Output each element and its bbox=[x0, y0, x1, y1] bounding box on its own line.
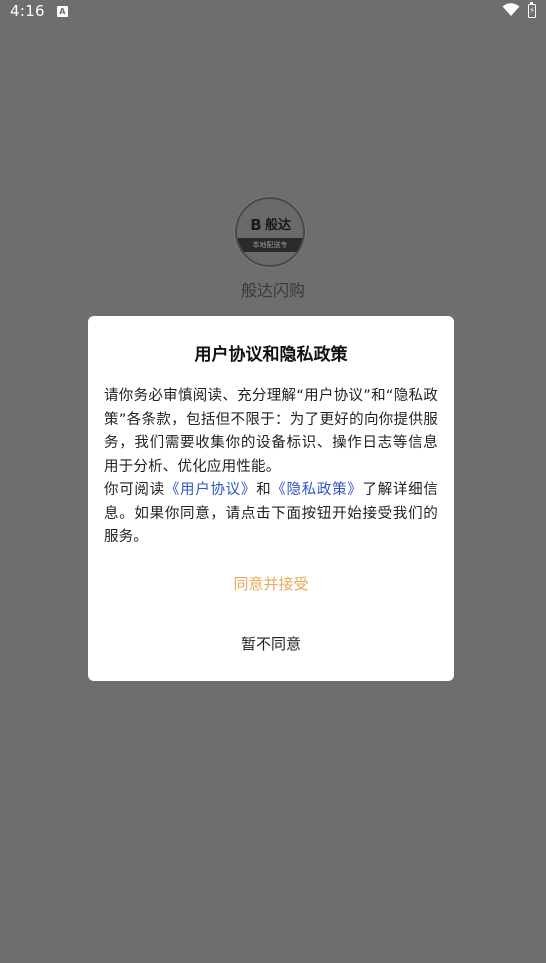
logo-text: 般达 bbox=[264, 217, 291, 233]
a-letter-icon: A bbox=[56, 5, 68, 17]
privacy-dialog: 用户协议和隐私政策 请你务必审慎阅读、充分理解“用户协议”和“隐私政策”各条款，… bbox=[88, 316, 454, 681]
status-icons: ⚡ bbox=[502, 2, 536, 21]
user-agreement-link[interactable]: 《用户协议》 bbox=[165, 482, 256, 498]
wifi-icon bbox=[502, 2, 520, 21]
logo-band: 本地配送专 bbox=[237, 238, 303, 252]
status-bar: 4:16 A ⚡ bbox=[0, 0, 546, 22]
agree-button[interactable]: 同意并接受 bbox=[88, 568, 454, 598]
body-and: 和 bbox=[256, 482, 272, 498]
decline-button[interactable]: 暂不同意 bbox=[88, 628, 454, 658]
app-logo: B 般达 本地配送专 bbox=[235, 197, 305, 267]
app-name: 般达闪购 bbox=[240, 281, 305, 300]
dialog-title: 用户协议和隐私政策 bbox=[194, 345, 348, 365]
status-time: 4:16 bbox=[10, 2, 45, 20]
dialog-body: 请你务必审慎阅读、充分理解“用户协议”和“隐私政策”各条款，包括但不限于：为了更… bbox=[104, 385, 438, 550]
privacy-policy-link[interactable]: 《隐私政策》 bbox=[271, 482, 362, 498]
logo-mark: B bbox=[250, 216, 262, 234]
body-prefix: 你可阅读 bbox=[104, 482, 165, 498]
body-paragraph-1: 请你务必审慎阅读、充分理解“用户协议”和“隐私政策”各条款，包括但不限于：为了更… bbox=[104, 388, 438, 475]
battery-charging-icon: ⚡ bbox=[528, 2, 536, 18]
